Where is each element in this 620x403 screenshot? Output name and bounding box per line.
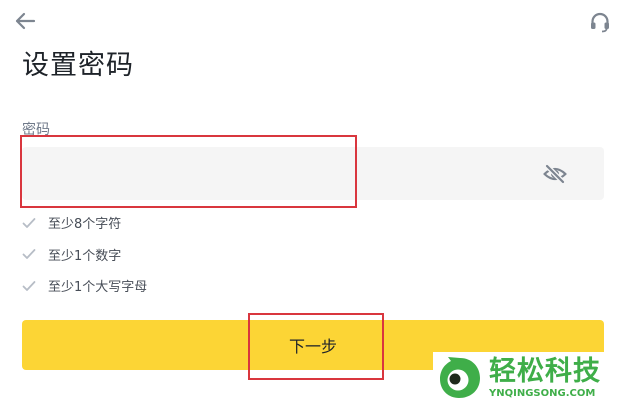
leaf-logo-icon [440, 356, 480, 398]
headset-icon [591, 12, 609, 33]
support-button[interactable] [586, 9, 614, 35]
password-label: 密码 [22, 122, 50, 138]
check-icon [22, 248, 36, 260]
password-rules: 至少8个字符 至少1个数字 至少1个大写字母 [22, 207, 147, 302]
rule-number: 至少1个数字 [22, 239, 147, 271]
password-input[interactable] [34, 147, 538, 202]
rule-text: 至少1个数字 [48, 248, 122, 264]
password-field[interactable] [22, 147, 604, 202]
rule-uppercase: 至少1个大写字母 [22, 270, 147, 302]
watermark-name: 轻松科技 [489, 355, 601, 387]
watermark-domain: YNQINGSONG.COM [489, 387, 596, 399]
page-title: 设置密码 [22, 50, 134, 81]
back-button[interactable] [12, 10, 38, 32]
rule-min-length: 至少8个字符 [22, 207, 147, 239]
check-icon [22, 217, 36, 229]
password-visibility-toggle[interactable] [540, 161, 570, 187]
eye-off-icon [543, 164, 567, 184]
arrow-left-icon [15, 12, 36, 30]
check-icon [22, 280, 36, 292]
watermark: 轻松科技 YNQINGSONG.COM [433, 352, 620, 403]
rule-text: 至少8个字符 [48, 217, 122, 233]
rule-text: 至少1个大写字母 [48, 280, 148, 296]
